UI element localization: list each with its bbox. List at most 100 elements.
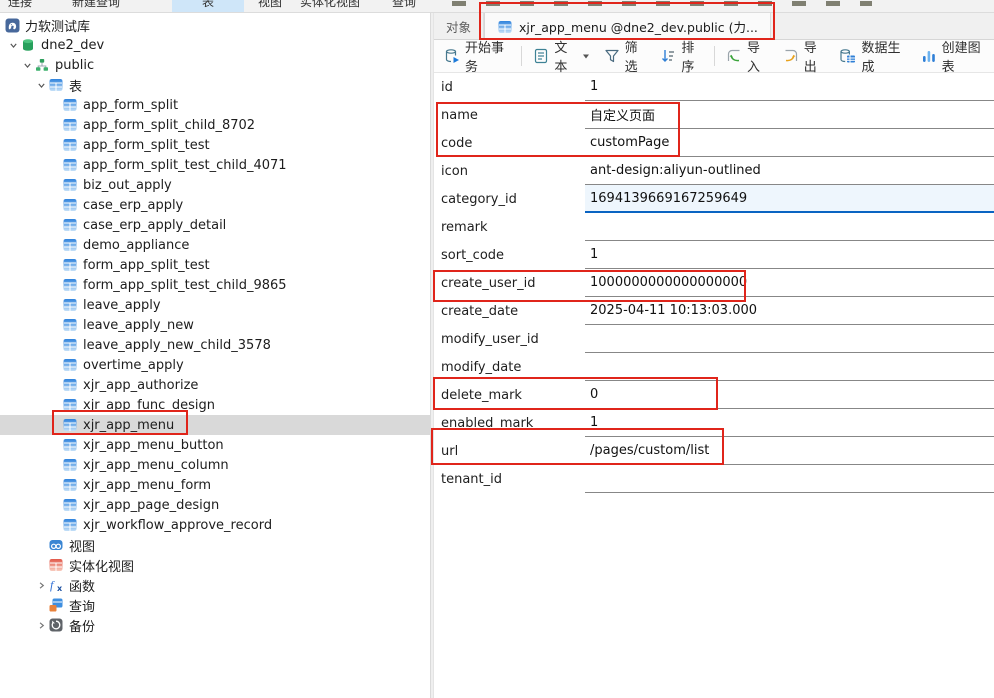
field-value-url[interactable]: /pages/custom/list (585, 437, 994, 465)
chevron-spacer (35, 555, 48, 575)
filter-button[interactable]: 筛选 (597, 43, 654, 69)
tree-item-case_erp_apply_detail[interactable]: case_erp_apply_detail (0, 215, 430, 235)
export-button[interactable]: 导出 (776, 43, 833, 69)
field-value-modify_user_id[interactable] (585, 325, 994, 353)
tree-item-form_app_split_test[interactable]: form_app_split_test (0, 255, 430, 275)
table-icon (62, 417, 78, 433)
field-value-modify_date[interactable] (585, 353, 994, 381)
tree-item-label: 表 (69, 76, 82, 95)
tab-xjr-app-menu[interactable]: xjr_app_menu @dne2_dev.public (力... (484, 13, 771, 40)
field-value-delete_mark[interactable]: 0 (585, 381, 994, 409)
tree-item-表[interactable]: 表 (0, 75, 430, 95)
tree-item-力软测试库[interactable]: 力软测试库 (0, 15, 430, 35)
import-icon (726, 48, 742, 64)
tree-item-biz_out_apply[interactable]: biz_out_apply (0, 175, 430, 195)
field-value-enabled_mark[interactable]: 1 (585, 409, 994, 437)
tree-item-函数[interactable]: fx 函数 (0, 575, 430, 595)
tree-item-xjr_app_page_design[interactable]: xjr_app_page_design (0, 495, 430, 515)
tree-item-xjr_app_menu_button[interactable]: xjr_app_menu_button (0, 435, 430, 455)
field-value-create_user_id[interactable]: 1000000000000000000 (585, 269, 994, 297)
field-label-remark: remark (434, 213, 585, 241)
chevron-spacer (49, 315, 62, 335)
field-label-category_id: category_id (434, 185, 585, 213)
field-value-id[interactable]: 1 (585, 73, 994, 101)
import-button[interactable]: 导入 (719, 43, 776, 69)
tree-item-xjr_app_authorize[interactable]: xjr_app_authorize (0, 375, 430, 395)
field-row-tenant_id: tenant_id (434, 465, 994, 493)
begin-transaction-button[interactable]: 开始事务 (437, 43, 517, 69)
database-icon (20, 37, 36, 53)
field-value-remark[interactable] (585, 213, 994, 241)
main-toolbar-item-1[interactable]: 连接 (8, 0, 48, 13)
tree-item-dne2_dev[interactable]: dne2_dev (0, 35, 430, 55)
tree-item-label: leave_apply_new_child_3578 (83, 338, 271, 353)
tree-item-app_form_split[interactable]: app_form_split (0, 95, 430, 115)
materialized-view-icon (48, 557, 64, 573)
tree-item-form_app_split_test_child_9865[interactable]: form_app_split_test_child_9865 (0, 275, 430, 295)
chevron-right-icon[interactable] (35, 575, 48, 595)
tree-item-实体化视图[interactable]: 实体化视图 (0, 555, 430, 575)
table-icon (62, 317, 78, 333)
tree-item-case_erp_apply[interactable]: case_erp_apply (0, 195, 430, 215)
chevron-right-icon[interactable] (35, 615, 48, 635)
main-toolbar-item-3[interactable]: 表 (172, 0, 244, 13)
field-value-icon[interactable]: ant-design:aliyun-outlined (585, 157, 994, 185)
tree-item-public[interactable]: public (0, 55, 430, 75)
tree-item-leave_apply[interactable]: leave_apply (0, 295, 430, 315)
main-toolbar-item-5[interactable]: 实体化视图 (300, 0, 376, 13)
tree-item-label: xjr_app_menu (83, 418, 174, 433)
field-value-sort_code[interactable]: 1 (585, 241, 994, 269)
main-toolbar-item-6[interactable]: 查询 (392, 0, 426, 13)
chevron-spacer (49, 255, 62, 275)
field-value-tenant_id[interactable] (585, 465, 994, 493)
table-icon (497, 19, 513, 35)
table-icon (62, 277, 78, 293)
chevron-down-icon[interactable] (35, 75, 48, 95)
tree-item-app_form_split_child_8702[interactable]: app_form_split_child_8702 (0, 115, 430, 135)
tree-item-xjr_app_menu[interactable]: xjr_app_menu (0, 415, 430, 435)
clipped-toolbar-fragments (452, 1, 872, 6)
field-label-modify_user_id: modify_user_id (434, 325, 585, 353)
tree-item-xjr_app_menu_column[interactable]: xjr_app_menu_column (0, 455, 430, 475)
sort-button[interactable]: 排序 (653, 43, 710, 69)
function-icon: fx (48, 577, 64, 593)
main-toolbar-item-2[interactable]: 新建查询 (72, 0, 144, 13)
tree-item-label: overtime_apply (83, 358, 184, 373)
toolbar-button-label: 导出 (804, 37, 826, 75)
chevron-spacer (49, 95, 62, 115)
tree-item-app_form_split_test[interactable]: app_form_split_test (0, 135, 430, 155)
tree-item-label: 函数 (69, 576, 95, 595)
clipped-main-toolbar: 连接 新建查询 表 视图实体化视图 查询 (0, 0, 994, 13)
text-view-button[interactable]: 文本 (526, 43, 596, 69)
field-row-code: codecustomPage (434, 129, 994, 157)
field-label-enabled_mark: enabled_mark (434, 409, 585, 437)
main-toolbar-item-4[interactable]: 视图 (258, 0, 292, 13)
field-label-tenant_id: tenant_id (434, 465, 585, 493)
tree-item-xjr_app_menu_form[interactable]: xjr_app_menu_form (0, 475, 430, 495)
tree-item-xjr_app_func_design[interactable]: xjr_app_func_design (0, 395, 430, 415)
field-value-name[interactable]: 自定义页面 (585, 101, 994, 129)
create-chart-button[interactable]: 创建图表 (914, 43, 994, 69)
query-icon (48, 597, 64, 613)
tree-item-app_form_split_test_child_4071[interactable]: app_form_split_test_child_4071 (0, 155, 430, 175)
field-value-code[interactable]: customPage (585, 129, 994, 157)
tab-objects[interactable]: 对象 (434, 13, 484, 40)
field-value-category_id[interactable]: 1694139669167259649 (585, 185, 994, 213)
field-row-category_id: category_id1694139669167259649 (434, 185, 994, 213)
tree-item-leave_apply_new_child_3578[interactable]: leave_apply_new_child_3578 (0, 335, 430, 355)
tree-item-label: biz_out_apply (83, 178, 172, 193)
data-generation-button[interactable]: 数据生成 (832, 43, 913, 69)
tree-item-备份[interactable]: 备份 (0, 615, 430, 635)
dropdown-caret-icon[interactable] (582, 52, 590, 60)
tree-item-查询[interactable]: 查询 (0, 595, 430, 615)
chevron-down-icon[interactable] (21, 55, 34, 75)
field-row-sort_code: sort_code1 (434, 241, 994, 269)
chevron-down-icon[interactable] (7, 35, 20, 55)
tree-item-label: app_form_split_test (83, 138, 210, 153)
tree-item-overtime_apply[interactable]: overtime_apply (0, 355, 430, 375)
tree-item-leave_apply_new[interactable]: leave_apply_new (0, 315, 430, 335)
field-value-create_date[interactable]: 2025-04-11 10:13:03.000 (585, 297, 994, 325)
tree-item-demo_appliance[interactable]: demo_appliance (0, 235, 430, 255)
tree-item-xjr_workflow_approve_record[interactable]: xjr_workflow_approve_record (0, 515, 430, 535)
tree-item-视图[interactable]: 视图 (0, 535, 430, 555)
